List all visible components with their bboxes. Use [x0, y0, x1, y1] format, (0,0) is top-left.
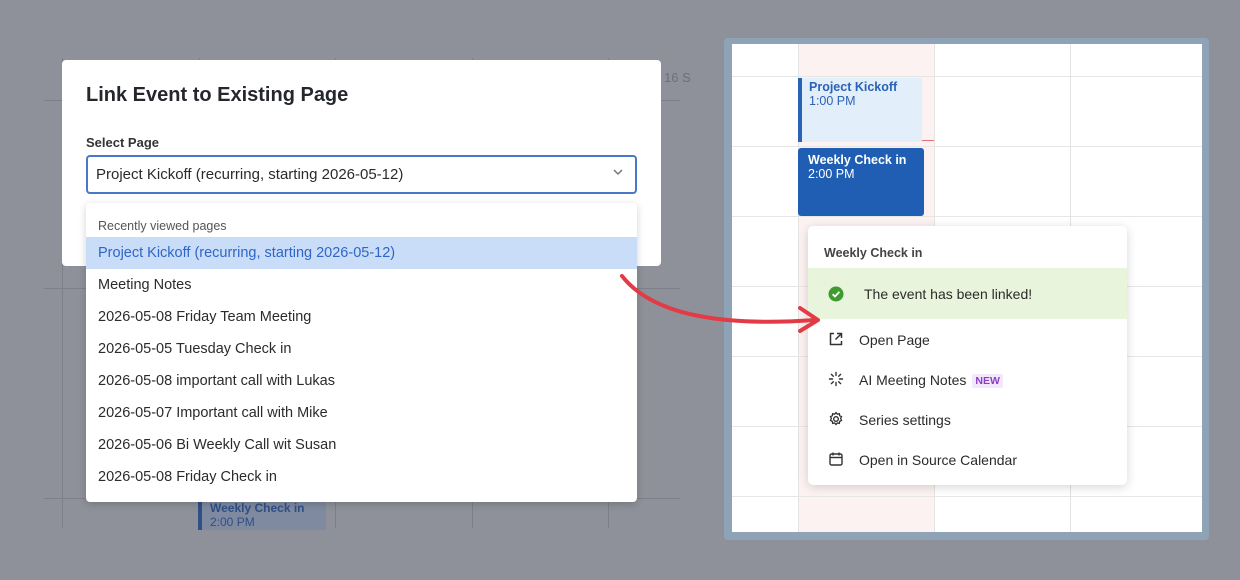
calendar-event-weekly-check-in[interactable]: Weekly Check in 2:00 PM	[798, 148, 924, 216]
sparkle-icon	[828, 371, 844, 387]
dropdown-option[interactable]: 2026-05-06 Bi Weekly Call wit Susan	[86, 429, 637, 461]
chevron-down-icon	[613, 169, 623, 176]
dropdown-option[interactable]: Project Kickoff (recurring, starting 202…	[86, 237, 637, 269]
dropdown-option[interactable]: 2026-05-07 Important call with Mike	[86, 397, 637, 429]
open-source-calendar-label: Open in Source Calendar	[859, 452, 1017, 468]
calendar-event-project-kickoff[interactable]: Project Kickoff 1:00 PM	[798, 78, 922, 142]
background-event-time: 2:00 PM	[210, 515, 255, 529]
popover-title: Weekly Check in	[824, 246, 923, 260]
check-circle-icon	[828, 286, 844, 302]
series-settings-label: Series settings	[859, 412, 951, 428]
event-popover: Weekly Check in The event has been linke…	[808, 226, 1127, 485]
gear-icon	[829, 411, 843, 426]
event-time: 1:00 PM	[809, 94, 856, 108]
linked-success-banner: The event has been linked!	[808, 268, 1127, 319]
dropdown-option[interactable]: 2026-05-08 Friday Check in	[86, 461, 637, 493]
background-day-header: 16 S	[664, 70, 691, 85]
open-page-label: Open Page	[859, 332, 930, 348]
event-title: Project Kickoff	[809, 80, 898, 94]
ai-meeting-notes-text: AI Meeting Notes	[859, 372, 967, 388]
select-page-dropdown[interactable]: Project Kickoff (recurring, starting 202…	[86, 155, 637, 194]
dropdown-option[interactable]: 2026-05-08 important call with Lukas	[86, 365, 637, 397]
open-source-calendar-button[interactable]: Open in Source Calendar	[808, 442, 1127, 478]
background-event: Weekly Check in 2:00 PM	[198, 500, 326, 530]
dropdown-option[interactable]: Meeting Notes	[86, 269, 637, 301]
select-page-label: Select Page	[86, 135, 159, 150]
dropdown-option[interactable]: 2026-05-05 Tuesday Check in	[86, 333, 637, 365]
open-page-button[interactable]: Open Page	[808, 322, 1127, 358]
recently-viewed-heading: Recently viewed pages	[98, 219, 227, 233]
modal-title: Link Event to Existing Page	[86, 84, 349, 106]
event-time: 2:00 PM	[808, 167, 855, 181]
new-badge: NEW	[972, 374, 1003, 388]
background-event-title: Weekly Check in	[210, 501, 305, 515]
external-link-icon	[829, 332, 843, 346]
page-options-list: Recently viewed pages Project Kickoff (r…	[86, 203, 637, 502]
success-message: The event has been linked!	[864, 286, 1033, 302]
event-title: Weekly Check in	[808, 153, 907, 167]
dropdown-option[interactable]: 2026-05-08 Friday Team Meeting	[86, 301, 637, 333]
series-settings-button[interactable]: Series settings	[808, 402, 1127, 438]
select-page-value: Project Kickoff (recurring, starting 202…	[96, 166, 404, 183]
calendar-icon	[829, 452, 843, 466]
ai-meeting-notes-label: AI Meeting Notes NEW	[859, 372, 1003, 388]
ai-meeting-notes-button[interactable]: AI Meeting Notes NEW	[808, 362, 1127, 398]
